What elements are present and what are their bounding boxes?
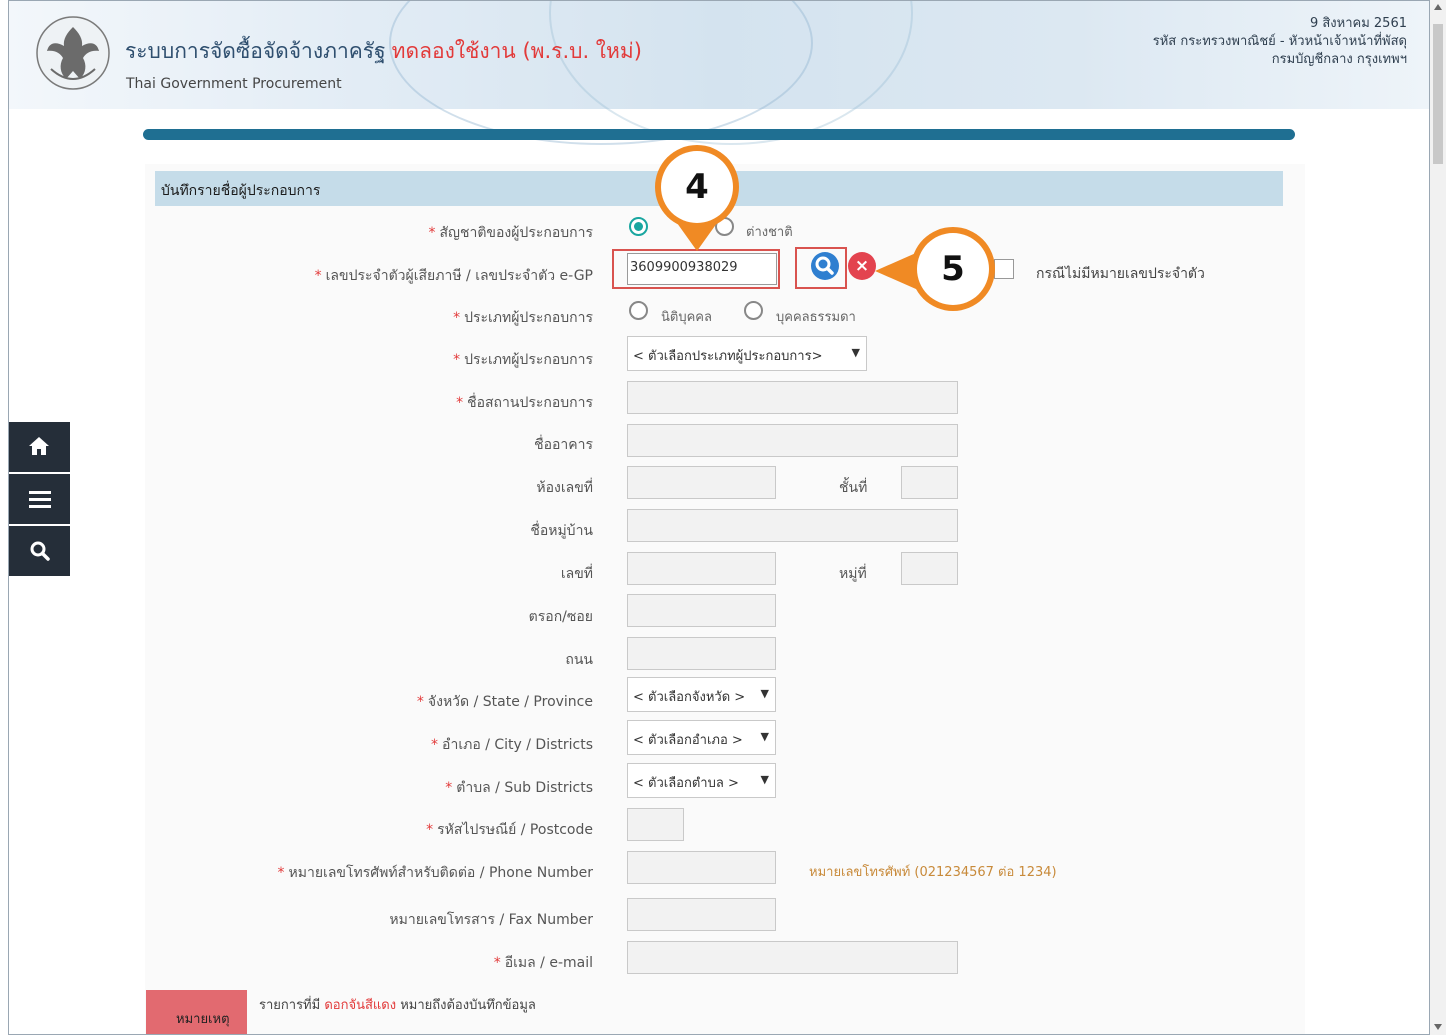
search-button[interactable] [9, 526, 70, 576]
district-label: * อำเภอ / City / Districts [431, 737, 593, 753]
nationality-label: * สัญชาติของผู้ประกอบการ [428, 225, 593, 241]
district-select[interactable]: < ตัวเลือกอำเภอ > ▼ [627, 720, 776, 755]
operator-type-select[interactable]: < ตัวเลือกประเภทผู้ประกอบการ> ▼ [627, 336, 867, 371]
email-label: * อีเมล / e-mail [493, 955, 593, 971]
app-subtitle: Thai Government Procurement [126, 76, 342, 92]
building-label: ชื่ออาคาร [534, 437, 593, 453]
room-label: ห้องเลขที่ [536, 480, 593, 496]
alley-input[interactable] [627, 594, 776, 627]
close-icon: × [854, 256, 870, 276]
business-name-input[interactable] [627, 381, 958, 414]
floor-input[interactable] [901, 466, 958, 499]
side-toolbar [9, 422, 70, 578]
app-title: ระบบการจัดซื้อจัดจ้างภาครัฐ ทดลองใช้งาน (… [125, 39, 642, 63]
page-header: ระบบการจัดซื้อจัดจ้างภาครัฐ ทดลองใช้งาน (… [9, 1, 1429, 145]
section-title: บันทึกรายชื่อผู้ประกอบการ [161, 183, 321, 199]
search-icon [815, 256, 834, 275]
moo-label: หมู่ที่ [839, 566, 867, 582]
room-input[interactable] [627, 466, 776, 499]
province-label: * จังหวัด / State / Province [416, 694, 593, 710]
taxid-clear-button[interactable]: × [848, 252, 876, 280]
road-input[interactable] [627, 637, 776, 670]
taxid-label: * เลขประจำตัวผู้เสียภาษี / เลขประจำตัว e-… [314, 268, 593, 284]
progress-bar [143, 129, 1295, 140]
scrollbar-thumb[interactable] [1433, 24, 1443, 164]
note-button[interactable]: หมายเหตุ [146, 990, 247, 1034]
subdistrict-select[interactable]: < ตัวเลือกตำบล > ▼ [627, 763, 776, 798]
email-input[interactable] [627, 941, 958, 974]
dropdown-arrow-icon: ▼ [851, 346, 860, 359]
fax-label: หมายเลขโทรสาร / Fax Number [389, 912, 593, 928]
scroll-down-icon[interactable] [1434, 1024, 1442, 1030]
user-info: 9 สิงหาคม 2561 รหัส กระทรวงพาณิชย์ - หัว… [1153, 15, 1407, 69]
village-input[interactable] [627, 509, 958, 542]
no-id-checkbox[interactable] [994, 259, 1014, 279]
subdistrict-label: * ตำบล / Sub Districts [445, 780, 593, 796]
house-no-label: เลขที่ [560, 566, 593, 582]
home-icon [29, 437, 49, 455]
type-juristic-radio[interactable] [629, 301, 648, 320]
province-select[interactable]: < ตัวเลือกจังหวัด > ▼ [627, 677, 776, 712]
postcode-label: * รหัสไปรษณีย์ / Postcode [426, 822, 593, 838]
taxid-input[interactable]: 3609900938029 [627, 253, 777, 285]
dropdown-arrow-icon: ▼ [760, 687, 769, 700]
scrollbar[interactable] [1430, 0, 1446, 1035]
taxid-search-button[interactable] [811, 252, 839, 280]
trial-mode-label: ทดลองใช้งาน (พ.ร.บ. ใหม่) [391, 39, 642, 63]
building-input[interactable] [627, 424, 958, 457]
business-name-label: * ชื่อสถานประกอบการ [456, 395, 593, 411]
user-role: รหัส กระทรวงพาณิชย์ - หัวหน้าเจ้าหน้าที่… [1152, 34, 1407, 49]
village-label: ชื่อหมู่บ้าน [530, 523, 593, 539]
no-id-label: กรณีไม่มีหมายเลขประจำตัว [1036, 266, 1205, 282]
dropdown-arrow-icon: ▼ [760, 773, 769, 786]
step-4-callout: 4 [655, 145, 739, 229]
home-button[interactable] [9, 422, 70, 472]
type-juristic-label: นิติบุคคล [661, 310, 712, 325]
type-individual-radio[interactable] [744, 301, 763, 320]
browser-frame: ระบบการจัดซื้อจัดจ้างภาครัฐ ทดลองใช้งาน (… [8, 0, 1430, 1035]
menu-button[interactable] [9, 474, 70, 524]
moo-input[interactable] [901, 552, 958, 585]
house-no-input[interactable] [627, 552, 776, 585]
step-5-number: 5 [917, 233, 989, 305]
nationality-thai-radio[interactable] [629, 217, 648, 236]
garuda-emblem-icon [36, 16, 110, 90]
current-date: 9 สิงหาคม 2561 [1309, 16, 1407, 31]
menu-icon [29, 491, 51, 508]
search-icon [30, 541, 50, 561]
phone-label: * หมายเลขโทรศัพท์สำหรับติดต่อ / Phone Num… [277, 865, 593, 881]
step-5-callout: 5 [911, 227, 995, 311]
step-4-number: 4 [661, 151, 733, 223]
note-text: รายการที่มี ดอกจันสีแดง หมายถึงต้องบันทึ… [259, 998, 536, 1013]
user-department: กรมบัญชีกลาง กรุงเทพฯ [1271, 52, 1407, 67]
road-label: ถนน [565, 652, 593, 668]
operator-type2-label: * ประเภทผู้ประกอบการ [453, 352, 593, 368]
fax-input[interactable] [627, 898, 776, 931]
dropdown-arrow-icon: ▼ [760, 730, 769, 743]
nationality-foreign-label: ต่างชาติ [746, 225, 793, 240]
alley-label: ตรอก/ซอย [528, 609, 593, 625]
postcode-input[interactable] [627, 808, 684, 841]
scroll-up-icon[interactable] [1434, 4, 1442, 10]
operator-type-label: * ประเภทผู้ประกอบการ [453, 310, 593, 326]
phone-hint: หมายเลขโทรศัพท์ (021234567 ต่อ 1234) [809, 865, 1057, 880]
phone-input[interactable] [627, 851, 776, 884]
step-4-pointer [677, 223, 717, 251]
type-individual-label: บุคคลธรรมดา [776, 310, 856, 325]
floor-label: ชั้นที่ [839, 480, 868, 496]
